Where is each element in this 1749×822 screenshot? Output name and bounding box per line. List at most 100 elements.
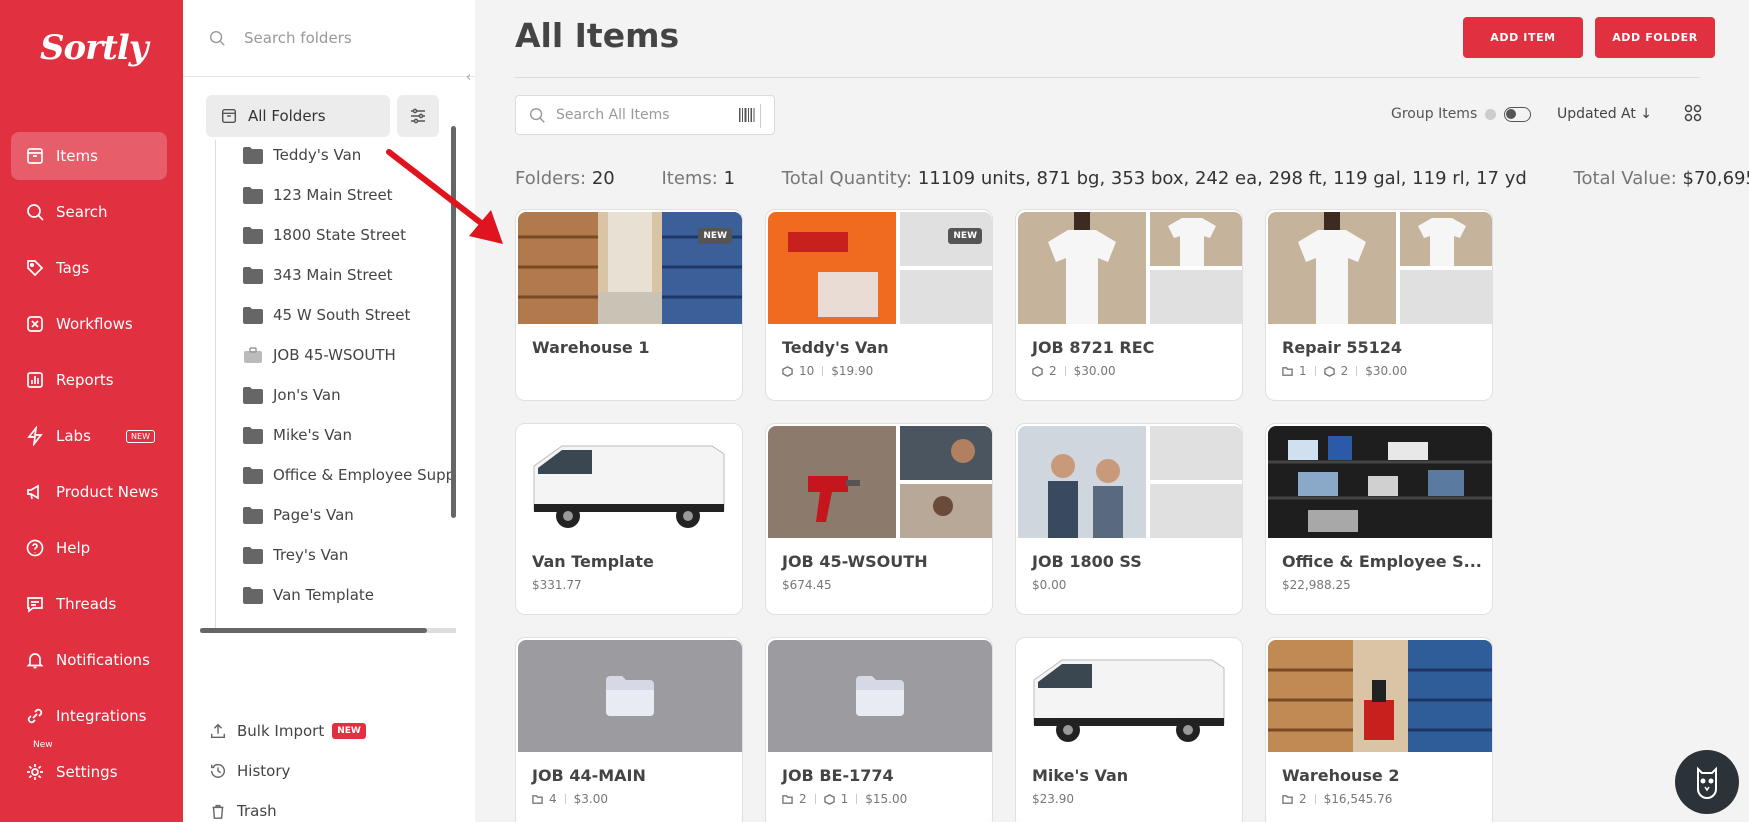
items-icon <box>25 146 45 166</box>
nav-notifications[interactable]: Notifications <box>11 636 167 684</box>
nav-product-news[interactable]: Product News <box>11 468 167 516</box>
folder-card[interactable]: JOB 44-MAIN 4 $3.00 <box>515 637 743 822</box>
folder-item[interactable]: Mike's Van <box>183 415 451 455</box>
card-title: JOB 1800 SS <box>1032 552 1142 571</box>
workflows-icon <box>25 314 45 334</box>
folder-card[interactable]: JOB 8721 REC 2 $30.00 <box>1015 209 1243 401</box>
card-meta: $22,988.25 <box>1282 578 1351 592</box>
folder-item[interactable]: Trey's Van <box>183 535 451 575</box>
folder-filter-button[interactable] <box>397 95 439 137</box>
card-title: JOB BE-1774 <box>782 766 894 785</box>
card-folder-count: 4 <box>549 792 557 806</box>
card-meta: 1 2 $30.00 <box>1282 364 1407 378</box>
group-items-toggle[interactable] <box>1504 106 1532 122</box>
card-title: Van Template <box>532 552 654 571</box>
folder-label: 123 Main Street <box>273 186 393 204</box>
tools-collage-thumbnail <box>768 426 992 538</box>
box-icon <box>1032 365 1043 377</box>
folder-item[interactable]: 343 Main Street <box>183 255 451 295</box>
nav-labs-label: Labs <box>56 427 91 445</box>
nav-settings[interactable]: New Settings <box>11 740 167 796</box>
all-folders-label: All Folders <box>248 107 326 125</box>
folders-stat-value: 20 <box>591 168 615 189</box>
barcode-icon[interactable] <box>738 106 756 124</box>
folder-card[interactable]: Repair 55124 1 2 $30.00 <box>1265 209 1493 401</box>
nav-reports[interactable]: Reports <box>11 356 167 404</box>
trash-icon <box>212 804 224 819</box>
bulk-import-new-badge: NEW <box>332 723 366 739</box>
nav-threads[interactable]: Threads <box>11 580 167 628</box>
folder-card[interactable]: Van Template $331.77 <box>515 423 743 615</box>
nav-search[interactable]: Search <box>11 188 167 236</box>
cabinet-icon <box>221 108 237 124</box>
folder-card[interactable]: JOB 1800 SS $0.00 <box>1015 423 1243 615</box>
folder-card[interactable]: Mike's Van $23.90 <box>1015 637 1243 822</box>
folder-card[interactable]: Office & Employee S... $22,988.25 <box>1265 423 1493 615</box>
card-title: JOB 44-MAIN <box>532 766 646 785</box>
nav-labs[interactable]: Labs NEW <box>11 412 167 460</box>
card-folder-count: 1 <box>1299 364 1307 378</box>
sortly-logo[interactable]: Sortly <box>40 28 149 68</box>
folder-horizontal-scrollbar[interactable] <box>200 628 427 633</box>
megaphone-icon <box>25 482 45 502</box>
page-title: All Items <box>515 16 680 55</box>
folder-card[interactable]: NEW Teddy's Van 10 $19.90 <box>765 209 993 401</box>
history-link[interactable]: History <box>209 762 290 780</box>
all-folders-button[interactable]: All Folders <box>206 95 390 137</box>
nav-items-label: Items <box>56 147 98 165</box>
workers-collage-thumbnail <box>1018 426 1242 538</box>
owl-icon <box>1697 766 1717 799</box>
folder-card[interactable]: JOB BE-1774 2 1 $15.00 <box>765 637 993 822</box>
folder-card[interactable]: JOB 45-WSOUTH $674.45 <box>765 423 993 615</box>
card-quantity: 2 <box>1340 364 1349 378</box>
trash-link[interactable]: Trash <box>209 802 277 820</box>
nav-help[interactable]: Help <box>11 524 167 572</box>
folder-item[interactable]: 45 W South Street <box>183 295 451 335</box>
folder-card[interactable]: NEW Warehouse 1 <box>515 209 743 401</box>
folder-item[interactable]: Office & Employee Suppli <box>183 455 451 495</box>
card-price: $674.45 <box>782 578 832 592</box>
folder-label: Trey's Van <box>273 546 349 564</box>
folder-label: Jon's Van <box>273 386 341 404</box>
folder-icon <box>243 146 263 164</box>
history-icon <box>210 763 225 778</box>
items-stat-label: Items: <box>661 168 718 189</box>
sliders-icon <box>411 108 425 124</box>
nav-tags[interactable]: Tags <box>11 244 167 292</box>
nav-reports-label: Reports <box>56 371 114 389</box>
box-icon <box>782 365 793 377</box>
folder-item[interactable]: Jon's Van <box>183 375 451 415</box>
labs-icon <box>25 426 45 446</box>
add-folder-button[interactable]: ADD FOLDER <box>1595 17 1715 58</box>
main-content: All Items ADD ITEM ADD FOLDER Search All… <box>475 0 1749 822</box>
van-photo <box>518 426 742 538</box>
card-title: Warehouse 1 <box>532 338 650 357</box>
card-meta: 2 1 $15.00 <box>782 792 907 806</box>
folder-search[interactable]: Search folders <box>183 0 475 77</box>
folder-search-input[interactable]: Search folders <box>244 29 352 47</box>
card-price: $331.77 <box>532 578 582 592</box>
folder-item[interactable]: Van Template <box>183 575 451 615</box>
folder-item[interactable]: JOB 45-WSOUTH <box>183 335 451 375</box>
folder-icon <box>243 306 263 324</box>
new-badge: NEW <box>948 228 982 244</box>
card-meta: $331.77 <box>532 578 582 592</box>
nav-items[interactable]: Items <box>11 132 167 180</box>
folder-card[interactable]: Warehouse 2 2 $16,545.76 <box>1265 637 1493 822</box>
grid-view-icon[interactable] <box>1684 104 1702 122</box>
bulk-import-link[interactable]: Bulk Import NEW <box>209 722 366 740</box>
nav-integrations[interactable]: Integrations <box>11 692 167 740</box>
add-item-button[interactable]: ADD ITEM <box>1463 17 1583 58</box>
card-price: $23.90 <box>1032 792 1074 806</box>
support-chat-button[interactable] <box>1675 750 1739 814</box>
new-badge: NEW <box>698 228 732 244</box>
help-icon[interactable] <box>1485 108 1497 120</box>
sort-dropdown[interactable]: Updated At ↓ <box>1557 106 1652 122</box>
item-search-input[interactable]: Search All Items <box>515 95 775 135</box>
card-meta: 2 $16,545.76 <box>1282 792 1392 806</box>
nav-workflows[interactable]: Workflows <box>11 300 167 348</box>
folder-icon <box>243 466 263 484</box>
supply-shelf-photo <box>1268 426 1492 538</box>
folder-item[interactable]: Page's Van <box>183 495 451 535</box>
item-search-placeholder: Search All Items <box>556 107 670 123</box>
